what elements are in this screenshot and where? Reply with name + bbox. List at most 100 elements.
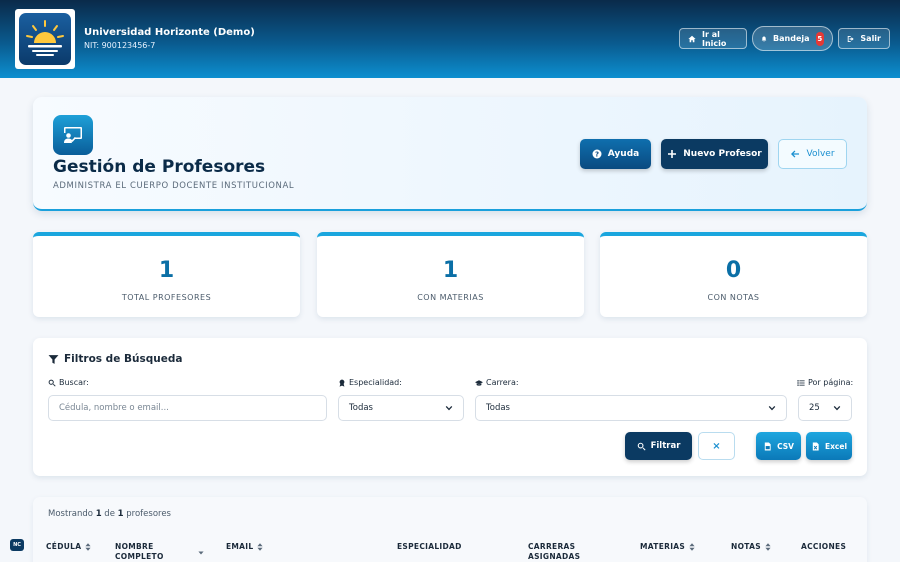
- career-selected-value: Todas: [486, 403, 510, 413]
- back-button[interactable]: Volver: [778, 139, 847, 169]
- filters-title: Filtros de Búsqueda: [48, 353, 182, 365]
- export-csv-button[interactable]: CSV: [756, 432, 801, 460]
- column-header-text: ACCIONES: [801, 542, 847, 551]
- search-placeholder: Cédula, nombre o email...: [59, 403, 169, 413]
- column-header-text: CARRERAS: [528, 542, 576, 551]
- chevron-down-icon: [445, 405, 453, 411]
- column-header-carreras: CARRERAS ASIGNADAS: [528, 542, 580, 562]
- home-button[interactable]: Ir al Inicio: [679, 28, 747, 49]
- logout-button-label: Salir: [860, 34, 881, 43]
- chevron-down-icon: [833, 405, 841, 411]
- floating-nc-badge[interactable]: NC: [10, 539, 24, 551]
- search-icon: [637, 442, 646, 450]
- stat-value: 1: [158, 258, 175, 283]
- column-header-email[interactable]: EMAIL: [226, 542, 264, 552]
- organization-nit: NIT: 900123456-7: [84, 41, 156, 50]
- inbox-button[interactable]: Bandeja 5: [752, 26, 833, 51]
- specialty-selected-value: Todas: [349, 403, 373, 413]
- column-header-especialidad: ESPECIALIDAD: [397, 542, 462, 552]
- column-header-text: EMAIL: [226, 542, 254, 551]
- column-header-text: MATERIAS: [640, 542, 686, 551]
- per-page-label-text: Por página:: [808, 378, 854, 387]
- stat-value: 0: [725, 258, 742, 283]
- specialty-select[interactable]: Todas: [338, 395, 464, 421]
- column-header-text: NOMBRE: [115, 542, 154, 551]
- filter-icon: [48, 354, 59, 364]
- svg-text:?: ?: [595, 151, 599, 159]
- sort-icon: [689, 543, 695, 551]
- column-header-acciones: ACCIONES: [801, 542, 846, 552]
- export-csv-label: CSV: [777, 441, 794, 451]
- column-header-nombre[interactable]: NOMBRE COMPLETO: [115, 542, 204, 562]
- stat-label: CON MATERIAS: [417, 293, 484, 302]
- logout-icon: [847, 35, 854, 42]
- stat-card-with-subjects: 1 CON MATERIAS: [317, 232, 584, 317]
- filters-title-text: Filtros de Búsqueda: [64, 353, 183, 365]
- per-page-select[interactable]: 25: [798, 395, 852, 421]
- sunrise-logo-icon: [19, 13, 71, 65]
- search-input[interactable]: Cédula, nombre o email...: [48, 395, 327, 421]
- search-label: Buscar:: [48, 378, 89, 387]
- award-icon: [339, 379, 345, 387]
- sort-icon: [85, 543, 91, 551]
- career-label: Carrera:: [475, 378, 519, 387]
- page-header-card: Gestión de Profesores ADMINISTRA EL CUER…: [33, 97, 867, 211]
- question-circle-icon: ?: [592, 149, 602, 159]
- inbox-button-label: Bandeja: [773, 34, 810, 43]
- help-button-label: Ayuda: [607, 149, 640, 159]
- stat-card-total-teachers: 1 TOTAL PROFESORES: [33, 232, 300, 317]
- career-select[interactable]: Todas: [475, 395, 787, 421]
- export-excel-button[interactable]: Excel: [806, 432, 852, 460]
- new-teacher-button-label: Nuevo Profesor: [683, 149, 762, 159]
- results-count: Mostrando 1 de 1 profesores: [48, 509, 171, 519]
- file-csv-icon: [764, 441, 771, 451]
- page-subtitle: ADMINISTRA EL CUERPO DOCENTE INSTITUCION…: [53, 181, 295, 191]
- list-icon: [797, 379, 805, 386]
- stat-value: 1: [442, 258, 459, 283]
- per-page-label: Por página:: [797, 378, 853, 387]
- clear-filters-button[interactable]: ×: [698, 432, 735, 460]
- search-icon: [48, 379, 56, 387]
- close-icon: ×: [712, 440, 721, 452]
- file-excel-icon: [812, 441, 819, 451]
- filter-button[interactable]: Filtrar: [625, 432, 692, 460]
- stat-label: CON NOTAS: [707, 293, 760, 302]
- export-excel-label: Excel: [824, 441, 848, 451]
- results-prefix: Mostrando: [48, 509, 96, 519]
- top-bar: Universidad Horizonte (Demo) NIT: 900123…: [0, 0, 900, 78]
- home-button-label: Ir al Inicio: [702, 29, 727, 48]
- help-button[interactable]: ? Ayuda: [580, 139, 651, 169]
- column-header-text: CÉDULA: [46, 542, 82, 551]
- home-icon: [688, 35, 696, 42]
- column-header-cedula[interactable]: CÉDULA: [46, 542, 91, 552]
- specialty-label-text: Especialidad:: [349, 378, 402, 387]
- university-logo[interactable]: [15, 9, 75, 69]
- search-label-text: Buscar:: [59, 378, 89, 387]
- graduation-cap-icon: [475, 379, 483, 386]
- plus-icon: [668, 150, 677, 158]
- per-page-selected-value: 25: [809, 403, 820, 413]
- results-mid: de: [101, 509, 118, 519]
- results-suffix: profesores: [123, 509, 171, 519]
- inbox-count-badge: 5: [815, 31, 824, 46]
- filters-panel: Filtros de Búsqueda Buscar: Cédula, nomb…: [33, 338, 867, 476]
- logout-button[interactable]: Salir: [838, 28, 890, 49]
- career-label-text: Carrera:: [486, 378, 519, 387]
- new-teacher-button[interactable]: Nuevo Profesor: [661, 139, 768, 169]
- teacher-board-icon: [53, 115, 93, 155]
- column-header-text: ASIGNADAS: [528, 552, 581, 561]
- organization-name: Universidad Horizonte (Demo): [84, 27, 255, 38]
- arrow-left-icon: [791, 150, 800, 158]
- page-title: Gestión de Profesores: [53, 157, 266, 177]
- chevron-down-icon: [768, 405, 776, 411]
- sort-icon: [257, 543, 264, 551]
- column-header-text: ESPECIALIDAD: [397, 542, 462, 551]
- sort-icon: [765, 543, 771, 551]
- stat-card-with-grades: 0 CON NOTAS: [600, 232, 867, 317]
- column-header-notas[interactable]: NOTAS: [731, 542, 771, 552]
- column-header-text: COMPLETO: [115, 552, 164, 561]
- specialty-label: Especialidad:: [338, 378, 402, 387]
- sort-desc-icon: [198, 551, 204, 555]
- column-header-text: NOTAS: [731, 542, 761, 551]
- column-header-materias[interactable]: MATERIAS: [640, 542, 695, 552]
